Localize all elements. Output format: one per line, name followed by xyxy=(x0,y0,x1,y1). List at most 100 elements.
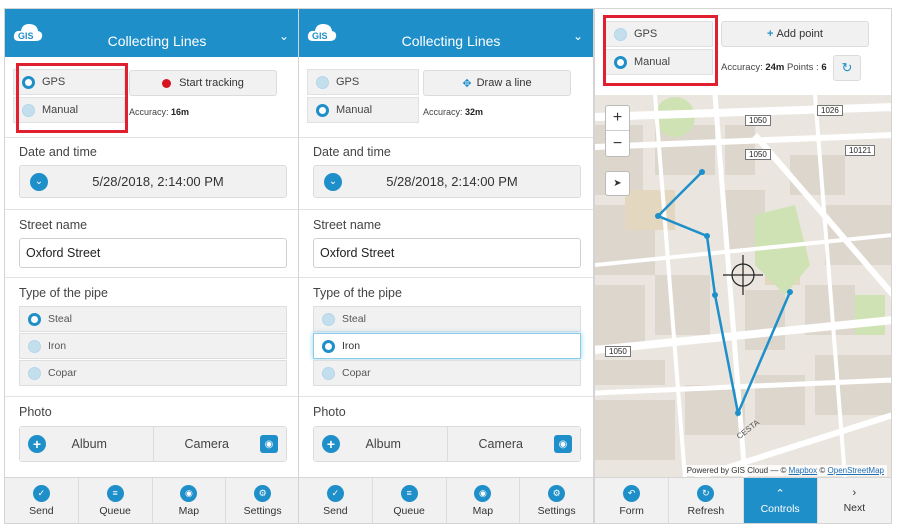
road-label: 1026 xyxy=(817,105,843,116)
chevron-down-icon: ⌄ xyxy=(30,172,48,191)
pipe-option-steal[interactable]: Steal xyxy=(313,306,581,332)
camera-button[interactable]: Camera ◉ xyxy=(447,427,580,461)
divider xyxy=(299,277,593,278)
map-pin-icon: ◉ xyxy=(474,484,492,502)
pipe-option-copar[interactable]: Copar xyxy=(313,360,581,386)
nav-label: Settings xyxy=(243,504,282,517)
album-button[interactable]: + Album xyxy=(20,427,154,461)
chevron-down-icon[interactable]: ⌄ xyxy=(279,29,289,43)
photo-controls: + Album Camera ◉ xyxy=(313,426,581,462)
radio-unselected-icon xyxy=(322,366,335,380)
pipe-option-iron[interactable]: Iron xyxy=(313,333,581,359)
photo-label: Photo xyxy=(313,405,346,419)
pipe-option-steal[interactable]: Steal xyxy=(19,306,287,332)
option-label: Copar xyxy=(342,367,371,379)
accuracy-readout: Accuracy: 16m xyxy=(129,107,189,117)
divider xyxy=(299,209,593,210)
nav-label: Form xyxy=(619,504,644,517)
road-label: 10121 xyxy=(845,145,876,156)
accuracy-value: 16m xyxy=(171,107,190,117)
plus-icon: + xyxy=(322,435,340,453)
mode-label: GPS xyxy=(336,76,360,88)
nav-label: Settings xyxy=(537,504,576,517)
accuracy-label: Accuracy: xyxy=(423,107,463,117)
button-label: Start tracking xyxy=(179,77,244,89)
nav-queue[interactable]: ≡ Queue xyxy=(79,478,153,523)
mode-label: Manual xyxy=(336,104,373,116)
mode-option-manual[interactable]: Manual xyxy=(307,97,419,123)
svg-text:GIS: GIS xyxy=(312,31,328,41)
map-view[interactable]: 1026 1050 1050 10121 1050 CESTA + − ➤ Po… xyxy=(595,95,891,478)
date-picker[interactable]: ⌄ 5/28/2018, 2:14:00 PM xyxy=(19,165,287,198)
gis-cloud-logo: GIS xyxy=(13,24,43,41)
nav-settings[interactable]: ⚙ Settings xyxy=(226,478,299,523)
nav-map[interactable]: ◉ Map xyxy=(447,478,521,523)
nav-controls[interactable]: ⌃ Controls xyxy=(743,478,818,523)
nav-queue[interactable]: ≡ Queue xyxy=(373,478,447,523)
attribution-text: Powered by GIS Cloud — © xyxy=(686,466,787,475)
locate-arrow-icon[interactable]: ➤ xyxy=(605,171,630,196)
accuracy-readout: Accuracy: 32m xyxy=(423,107,483,117)
nav-label: Send xyxy=(29,504,54,517)
highlight-frame xyxy=(603,15,718,86)
photo-controls: + Album Camera ◉ xyxy=(19,426,287,462)
pipe-option-copar[interactable]: Copar xyxy=(19,360,287,386)
camera-button[interactable]: Camera ◉ xyxy=(153,427,286,461)
chevron-right-icon: › xyxy=(852,487,857,499)
date-picker[interactable]: ⌄ 5/28/2018, 2:14:00 PM xyxy=(313,165,581,198)
nav-label: Map xyxy=(178,504,200,517)
osm-link[interactable]: OpenStreetMap xyxy=(828,466,884,475)
date-label: Date and time xyxy=(19,145,97,159)
date-value: 5/28/2018, 2:14:00 PM xyxy=(386,174,518,189)
add-point-button[interactable]: + Add point xyxy=(721,21,869,47)
attribution-text: © xyxy=(819,466,826,475)
draw-line-button[interactable]: ✥ Draw a line xyxy=(423,70,571,96)
mapbox-link[interactable]: Mapbox xyxy=(789,466,817,475)
header-title: Collecting Lines xyxy=(107,33,207,49)
radio-selected-icon xyxy=(316,103,329,117)
street-label: Street name xyxy=(313,218,382,232)
photo-label: Photo xyxy=(19,405,52,419)
plus-icon: + xyxy=(767,28,774,40)
nav-next[interactable]: › Next xyxy=(818,478,891,523)
header-bar: GIS Collecting Lines ⌄ xyxy=(5,9,299,57)
undo-icon[interactable]: ↻ xyxy=(833,55,861,81)
start-tracking-button[interactable]: Start tracking xyxy=(129,70,277,96)
nav-send[interactable]: ✓ Send xyxy=(5,478,79,523)
album-button[interactable]: + Album xyxy=(314,427,448,461)
accuracy-value: 24m xyxy=(765,62,785,73)
plus-icon: + xyxy=(28,435,46,453)
street-name-input[interactable]: Oxford Street xyxy=(313,238,581,268)
option-label: Copar xyxy=(48,367,77,379)
street-name-input[interactable]: Oxford Street xyxy=(19,238,287,268)
map-pin-icon: ◉ xyxy=(180,484,198,502)
road-label: 1050 xyxy=(605,346,631,357)
album-label: Album xyxy=(365,437,401,451)
pipe-option-iron[interactable]: Iron xyxy=(19,333,287,359)
radio-unselected-icon xyxy=(28,339,41,353)
chevron-down-icon[interactable]: ⌄ xyxy=(573,29,583,43)
radio-unselected-icon xyxy=(28,366,41,380)
street-label: Street name xyxy=(19,218,88,232)
move-icon: ✥ xyxy=(462,77,472,90)
gear-icon: ⚙ xyxy=(254,484,272,502)
list-icon: ≡ xyxy=(400,484,418,502)
divider xyxy=(299,396,593,397)
pipe-type-options: Steal Iron Copar xyxy=(19,306,287,387)
nav-form[interactable]: ↶ Form xyxy=(595,478,670,523)
mode-option-gps[interactable]: GPS xyxy=(307,69,419,95)
nav-send[interactable]: ✓ Send xyxy=(299,478,373,523)
nav-label: Queue xyxy=(99,504,131,517)
radio-unselected-icon xyxy=(322,312,335,326)
date-label: Date and time xyxy=(313,145,391,159)
road-label: 1050 xyxy=(745,115,771,126)
nav-settings[interactable]: ⚙ Settings xyxy=(520,478,593,523)
chevron-down-icon: ⌄ xyxy=(324,172,342,191)
gis-cloud-logo: GIS xyxy=(307,24,337,41)
zoom-out-button[interactable]: − xyxy=(606,131,629,156)
nav-map[interactable]: ◉ Map xyxy=(153,478,227,523)
zoom-in-button[interactable]: + xyxy=(606,106,629,131)
nav-refresh[interactable]: ↻ Refresh xyxy=(669,478,744,523)
camera-label: Camera xyxy=(478,437,523,451)
map-attribution: Powered by GIS Cloud — © Mapbox © OpenSt… xyxy=(683,465,887,476)
